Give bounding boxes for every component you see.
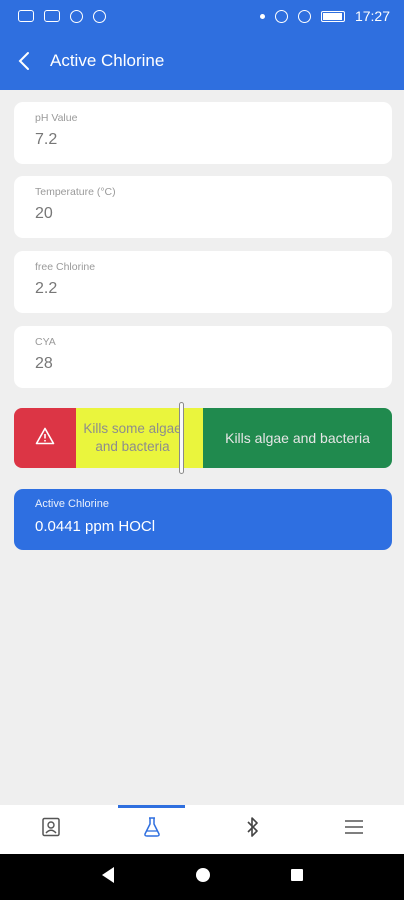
field-value[interactable]: 28 xyxy=(35,355,371,373)
field-label: free Chlorine xyxy=(35,261,96,273)
sync-icon xyxy=(70,9,83,23)
bottom-nav xyxy=(0,805,404,854)
profile-icon xyxy=(41,817,61,842)
scale-green-segment: Kills algae and bacteria xyxy=(203,408,392,468)
field-value[interactable]: 7.2 xyxy=(35,131,371,149)
field-value[interactable]: 2.2 xyxy=(35,280,371,298)
nav-bluetooth[interactable] xyxy=(202,805,303,854)
cya-field[interactable]: CYA 28 xyxy=(14,326,392,388)
content: pH Value 7.2 Temperature (°C) 20 free Ch… xyxy=(0,90,404,805)
result-label: Active Chlorine xyxy=(35,498,109,510)
dot-icon xyxy=(259,13,265,19)
signal-icon xyxy=(44,10,60,22)
field-value[interactable]: 20 xyxy=(35,205,371,223)
cloud-icon xyxy=(93,9,106,23)
battery-icon xyxy=(320,10,345,22)
bluetooth-icon xyxy=(246,816,260,843)
flask-icon xyxy=(142,816,162,843)
clock: 17:27 xyxy=(354,8,390,24)
field-label: CYA xyxy=(35,336,56,348)
nav-menu[interactable] xyxy=(303,805,404,854)
recents-icon[interactable] xyxy=(290,868,304,887)
page-title: Active Chlorine xyxy=(50,51,165,70)
scale-red-segment xyxy=(14,408,76,468)
scale-marker xyxy=(179,402,184,474)
home-icon[interactable] xyxy=(195,867,211,888)
ph-field[interactable]: pH Value 7.2 xyxy=(14,102,392,164)
status-bar: 17:27 xyxy=(0,0,404,32)
chevron-left-icon[interactable] xyxy=(2,32,46,90)
field-label: Temperature (°C) xyxy=(35,186,116,198)
nav-profile[interactable] xyxy=(0,805,101,854)
free-chlorine-field[interactable]: free Chlorine 2.2 xyxy=(14,251,392,313)
warning-icon xyxy=(35,427,55,450)
menu-icon xyxy=(344,819,364,840)
system-nav xyxy=(0,854,404,900)
result-card: Active Chlorine 0.0441 ppm HOCl xyxy=(14,489,392,550)
status-right: 17:27 xyxy=(259,8,390,24)
temperature-field[interactable]: Temperature (°C) 20 xyxy=(14,176,392,238)
sim-icon xyxy=(18,10,34,22)
vibrate-icon xyxy=(274,9,288,23)
wifi-icon xyxy=(297,9,311,23)
app-bar: Active Chlorine xyxy=(0,32,404,90)
status-left xyxy=(18,9,106,23)
chlorine-scale: Kills some algae and bacteria Kills alga… xyxy=(14,402,392,474)
result-value: 0.0441 ppm HOCl xyxy=(35,518,156,535)
nav-flask[interactable] xyxy=(101,805,202,854)
field-label: pH Value xyxy=(35,112,78,124)
back-icon[interactable] xyxy=(100,866,116,889)
